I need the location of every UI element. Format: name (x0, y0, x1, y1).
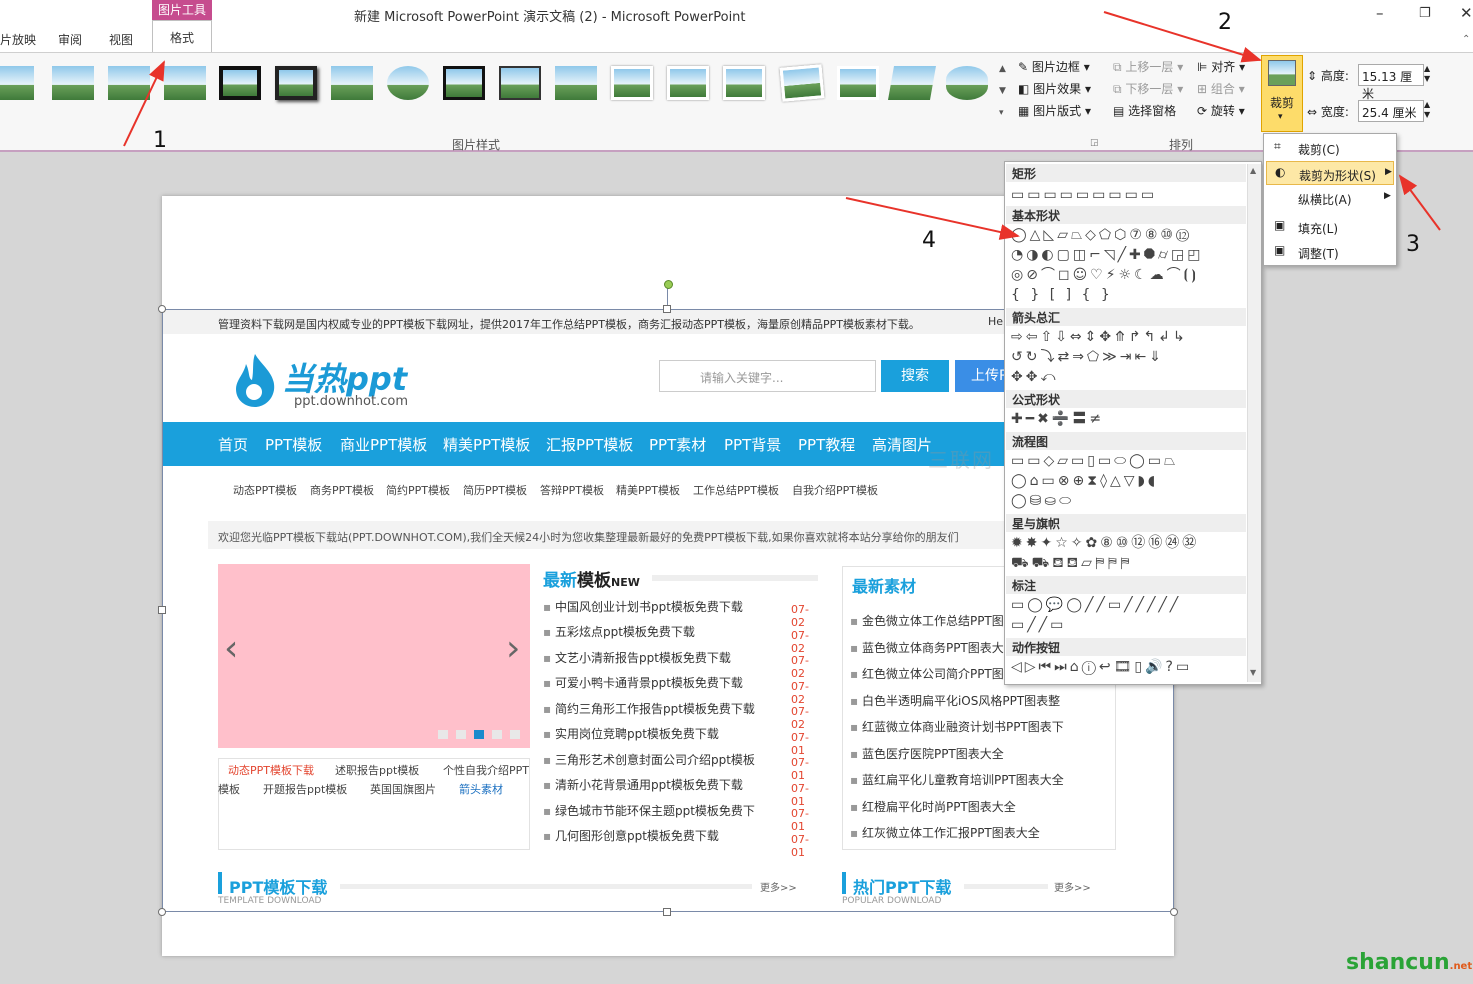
annotation-number: 4 (922, 228, 936, 253)
annotation-number: 3 (1406, 232, 1420, 257)
annotation-arrow-3 (1398, 174, 1441, 231)
annotation-number: 1 (153, 128, 167, 153)
annotation-number: 2 (1218, 10, 1232, 35)
annotation-arrow-2 (1103, 11, 1262, 63)
annotation-arrows (123, 11, 1441, 240)
brand-watermark: shancun.net (1346, 950, 1473, 975)
